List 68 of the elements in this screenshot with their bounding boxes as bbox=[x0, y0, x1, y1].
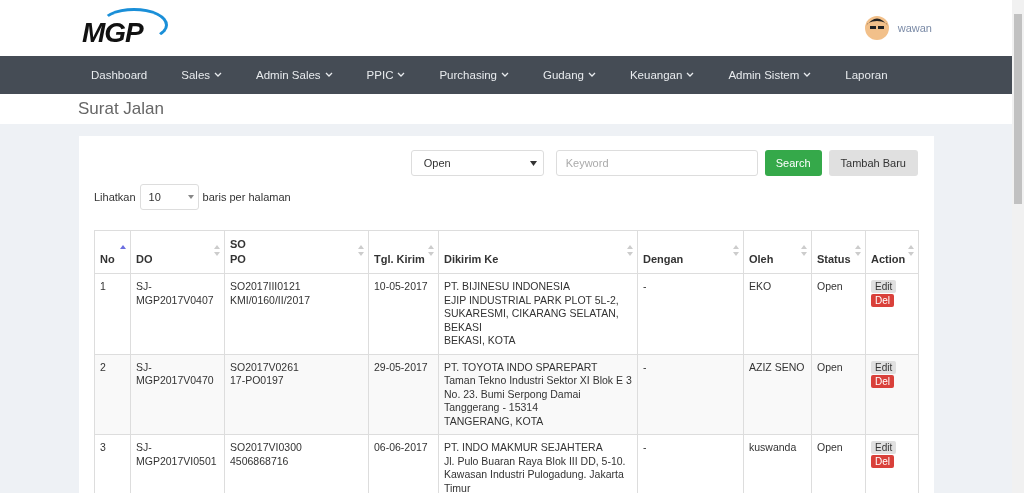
add-new-button[interactable]: Tambah Baru bbox=[828, 150, 918, 176]
table-cell: SO2017VI0300 4506868716 bbox=[224, 434, 369, 493]
user-name[interactable]: wawan bbox=[897, 22, 932, 34]
nav-menu-item[interactable]: Admin Sales bbox=[243, 56, 346, 94]
column-header[interactable]: Dengan bbox=[637, 230, 744, 274]
nav-menu-item[interactable]: Purchasing bbox=[426, 56, 522, 94]
table-cell: Open bbox=[811, 434, 866, 493]
table-cell: 29-05-2017 bbox=[368, 354, 439, 435]
status-dropdown[interactable]: Open bbox=[410, 150, 544, 176]
table-cell: PT. BIJINESU INDONESIA EJIP INDUSTRIAL PARK PLOT 5L-2, SUKARESMI, CIKARANG SELATAN, BEKASI BEKASI, KOTA bbox=[438, 273, 638, 354]
table-cell: 06-06-2017 bbox=[368, 434, 439, 493]
column-header[interactable]: Oleh bbox=[743, 230, 812, 274]
table-cell: SJ-MGP2017VI0501 bbox=[130, 434, 225, 493]
keyword-field[interactable]: Keyword bbox=[555, 150, 758, 176]
table-cell: - bbox=[637, 273, 744, 354]
table-cell: 2 bbox=[94, 354, 131, 435]
table-cell: SJ-MGP2017V0470 bbox=[130, 354, 225, 435]
table-cell: - bbox=[637, 354, 744, 435]
table-cell: SO2017V0261 17-PO0197 bbox=[224, 354, 369, 435]
table-cell: SJ-MGP2017V0407 bbox=[130, 273, 225, 354]
caret-icon bbox=[803, 72, 812, 78]
edit-button[interactable]: Edit bbox=[871, 360, 897, 374]
delete-button[interactable]: Del bbox=[871, 374, 894, 388]
table-cell: PT. TOYOTA INDO SPAREPART Taman Tekno Industri Sektor XI Blok E 3 No. 23. Bumi Serpong Damai Tanggerang - 15314 TANGERANG, KOTA bbox=[438, 354, 638, 435]
table-cell: Open bbox=[811, 273, 866, 354]
page-size-label: Lihatkan bbox=[94, 191, 136, 203]
table-cell: 1 bbox=[94, 273, 131, 354]
caret-icon bbox=[187, 195, 194, 199]
nav-menu-item[interactable]: Dashboard bbox=[78, 56, 161, 94]
edit-button[interactable]: Edit bbox=[871, 441, 897, 454]
caret-icon bbox=[529, 160, 537, 166]
table-cell: 10-05-2017 bbox=[368, 273, 439, 354]
delete-button[interactable]: Del bbox=[871, 294, 894, 307]
table-cell: 3 bbox=[94, 434, 131, 493]
table-cell: - bbox=[637, 434, 744, 493]
nav-menu-item[interactable]: Keuangan bbox=[616, 56, 708, 94]
avatar-icon[interactable] bbox=[863, 15, 890, 41]
column-header[interactable]: Tgl. Kirim bbox=[368, 230, 439, 274]
column-header[interactable]: Dikirim Ke bbox=[438, 230, 638, 274]
table-cell: AZIZ SENO bbox=[743, 354, 812, 435]
table-cell: kuswanda bbox=[743, 434, 812, 493]
caret-icon bbox=[214, 72, 223, 78]
caret-icon bbox=[397, 72, 406, 78]
scrollbar[interactable] bbox=[1012, 0, 1024, 493]
table-cell: Open bbox=[811, 354, 866, 435]
column-header[interactable]: Status bbox=[811, 230, 866, 274]
page-size-label: baris per halaman bbox=[202, 191, 291, 203]
table-cell: EKO bbox=[743, 273, 812, 354]
table-cell: SO2017III0121 KMI/0160/II/2017 bbox=[224, 273, 369, 354]
caret-icon bbox=[686, 72, 695, 78]
caret-icon bbox=[501, 72, 509, 78]
page-size-dropdown[interactable]: 10 bbox=[139, 184, 199, 210]
column-header[interactable]: No bbox=[94, 230, 131, 274]
nav-menu-item[interactable]: PPIC bbox=[353, 56, 419, 94]
caret-icon bbox=[587, 72, 596, 78]
edit-button[interactable]: Edit bbox=[871, 280, 897, 293]
column-header[interactable]: Action bbox=[865, 230, 919, 274]
delete-button[interactable]: Del bbox=[871, 455, 894, 468]
column-header[interactable]: SO PO bbox=[224, 230, 369, 274]
nav-menu-item[interactable]: Sales bbox=[168, 56, 236, 94]
nav-menu-item[interactable]: Laporan bbox=[832, 56, 901, 94]
logo[interactable]: MGP bbox=[78, 6, 174, 50]
page-title: Surat Jalan bbox=[78, 98, 165, 120]
nav-menu-item[interactable]: Gudang bbox=[530, 56, 609, 94]
nav-menu-item[interactable]: Admin Sistem bbox=[715, 56, 825, 94]
caret-icon bbox=[324, 72, 333, 78]
table-cell: PT. INDO MAKMUR SEJAHTERA Jl. Pulo Buaran Raya Blok III DD, 5-10. Kawasan Industri Pulogadung. Jakarta Timur bbox=[438, 434, 638, 493]
column-header[interactable]: DO bbox=[130, 230, 225, 274]
